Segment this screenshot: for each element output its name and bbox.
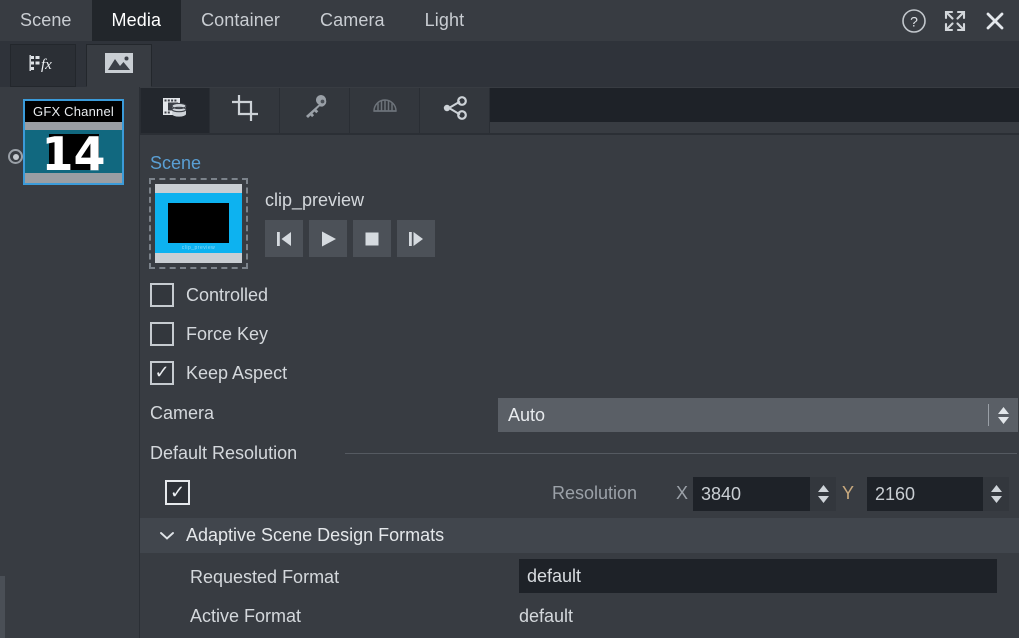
clip-name-label: clip_preview — [265, 190, 364, 211]
fullscreen-icon[interactable] — [943, 9, 967, 33]
camera-select-value: Auto — [498, 405, 988, 426]
checkbox-force-key-label: Force Key — [186, 324, 268, 345]
panel-tab-row: fx GFX14 / TEXTURE GFX14 — [0, 41, 1019, 87]
resolution-x-label: X — [676, 483, 688, 504]
top-menu-bar: Scene Media Container Camera Light ? — [0, 0, 1019, 41]
tab-nodes[interactable] — [420, 88, 490, 133]
resolution-y-label: Y — [842, 483, 854, 504]
checkbox-keep-aspect[interactable]: ✓ — [150, 361, 174, 385]
fx-icon: fx — [29, 52, 57, 79]
camera-label: Camera — [150, 403, 214, 424]
menu-tab-media[interactable]: Media — [92, 0, 182, 41]
active-format-value: default — [519, 606, 573, 627]
tab-crop[interactable] — [210, 88, 280, 133]
checkbox-row-force-key[interactable]: Force Key — [150, 322, 268, 346]
window-controls: ? — [901, 0, 1019, 41]
dome-icon — [371, 95, 399, 126]
resolution-x-stepper[interactable] — [810, 477, 836, 511]
resolution-y-stepper[interactable] — [983, 477, 1009, 511]
tab-dome[interactable] — [350, 88, 420, 133]
camera-select[interactable]: Auto — [498, 398, 1018, 432]
resolution-x-value: 3840 — [693, 484, 810, 505]
chevron-updown-icon[interactable] — [998, 407, 1018, 424]
checkbox-keep-aspect-label: Keep Aspect — [186, 363, 287, 384]
adaptive-formats-title: Adaptive Scene Design Formats — [186, 525, 444, 546]
menu-tab-camera[interactable]: Camera — [300, 0, 405, 41]
check-mark-icon: ✓ — [170, 483, 185, 501]
transport-controls — [265, 220, 435, 257]
chevron-down-icon[interactable] — [160, 531, 174, 540]
channel-sidebar: GFX Channel 14 — [0, 87, 140, 638]
menu-tab-scene-label: Scene — [20, 10, 72, 31]
resolution-y-value: 2160 — [867, 484, 983, 505]
stop-button[interactable] — [353, 220, 391, 257]
film-database-icon — [162, 95, 188, 126]
checkbox-controlled[interactable] — [150, 283, 174, 307]
svg-text:?: ? — [910, 13, 918, 29]
menu-tab-light-label: Light — [425, 10, 465, 31]
adaptive-formats-header[interactable]: Adaptive Scene Design Formats — [140, 518, 1019, 553]
channel-number: 14 — [25, 123, 122, 185]
checkbox-default-resolution[interactable]: ✓ — [165, 480, 190, 505]
checkbox-force-key[interactable] — [150, 322, 174, 346]
help-icon[interactable]: ? — [901, 8, 927, 34]
default-resolution-divider — [345, 453, 1017, 454]
tab-media-source[interactable] — [140, 88, 210, 133]
requested-format-label: Requested Format — [190, 567, 339, 588]
active-format-label: Active Format — [190, 606, 301, 627]
resolution-x-field[interactable]: 3840 — [693, 477, 836, 511]
channel-title: GFX Channel — [25, 101, 122, 122]
clip-preview-image: clip_preview — [155, 184, 242, 263]
menu-tab-media-label: Media — [112, 10, 162, 31]
menu-tab-camera-label: Camera — [320, 10, 385, 31]
image-icon — [104, 51, 134, 80]
clip-black-box — [168, 203, 229, 243]
checkbox-row-controlled[interactable]: Controlled — [150, 283, 268, 307]
panel-tab-media[interactable] — [86, 44, 152, 87]
menu-tab-container-label: Container — [201, 10, 280, 31]
media-properties-panel: Scene clip_preview clip_preview — [140, 135, 1019, 638]
section-title-scene: Scene — [150, 153, 201, 174]
default-resolution-label: Default Resolution — [150, 443, 297, 464]
tab-key[interactable] — [280, 88, 350, 133]
clip-caption: clip_preview — [155, 245, 242, 251]
menu-tab-list: Scene Media Container Camera Light — [0, 0, 484, 41]
play-button[interactable] — [309, 220, 347, 257]
key-icon — [301, 95, 329, 126]
camera-select-divider — [988, 404, 989, 426]
sidebar-scrollbar[interactable] — [0, 576, 5, 638]
share-nodes-icon — [441, 95, 469, 126]
menu-tab-light[interactable]: Light — [405, 0, 485, 41]
resolution-label: Resolution — [552, 483, 637, 504]
clip-preview-thumbnail[interactable]: clip_preview — [149, 178, 248, 269]
channel-preview: 14 — [25, 122, 122, 185]
requested-format-value: default — [519, 566, 581, 587]
check-mark-icon: ✓ — [154, 363, 169, 381]
crop-icon — [232, 95, 258, 126]
menu-tab-container[interactable]: Container — [181, 0, 300, 41]
icon-tab-strip — [140, 88, 1019, 134]
panel-tab-effects[interactable]: fx — [10, 44, 76, 87]
checkbox-row-keep-aspect[interactable]: ✓ Keep Aspect — [150, 361, 287, 385]
resolution-y-field[interactable]: 2160 — [867, 477, 1009, 511]
menu-tab-scene[interactable]: Scene — [0, 0, 92, 41]
checkbox-controlled-label: Controlled — [186, 285, 268, 306]
step-forward-button[interactable] — [397, 220, 435, 257]
requested-format-input[interactable]: default — [519, 559, 997, 593]
svg-text:fx: fx — [41, 57, 52, 73]
close-icon[interactable] — [983, 9, 1007, 33]
channel-select-radio[interactable] — [8, 149, 23, 164]
skip-back-button[interactable] — [265, 220, 303, 257]
channel-thumbnail[interactable]: GFX Channel 14 — [23, 99, 124, 185]
